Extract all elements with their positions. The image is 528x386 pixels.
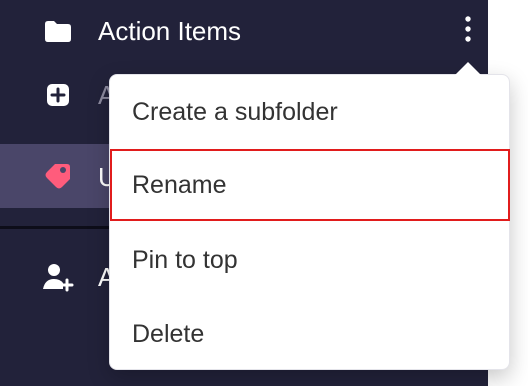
app-window: Action Items A U A Create a subfolder Re… — [0, 0, 528, 386]
more-vertical-icon — [463, 15, 473, 48]
menu-item-rename[interactable]: Rename — [110, 149, 510, 221]
menu-item-delete[interactable]: Delete — [110, 297, 509, 371]
menu-pointer-arrow — [455, 62, 481, 75]
sidebar-item-action-items[interactable]: Action Items — [0, 0, 488, 62]
menu-item-pin-to-top[interactable]: Pin to top — [110, 223, 509, 297]
tag-icon — [42, 160, 74, 192]
add-folder-icon — [42, 79, 74, 111]
menu-item-label: Pin to top — [132, 245, 238, 274]
more-options-button[interactable] — [452, 14, 484, 48]
menu-item-label: Create a subfolder — [132, 97, 338, 126]
folder-icon — [42, 15, 74, 47]
add-user-icon — [42, 261, 74, 293]
menu-item-create-subfolder[interactable]: Create a subfolder — [110, 75, 509, 149]
sidebar-item-label: Action Items — [98, 16, 242, 46]
folder-context-menu: Create a subfolder Rename Pin to top Del… — [109, 74, 510, 370]
menu-item-label: Rename — [132, 170, 227, 199]
menu-item-label: Delete — [132, 319, 205, 348]
